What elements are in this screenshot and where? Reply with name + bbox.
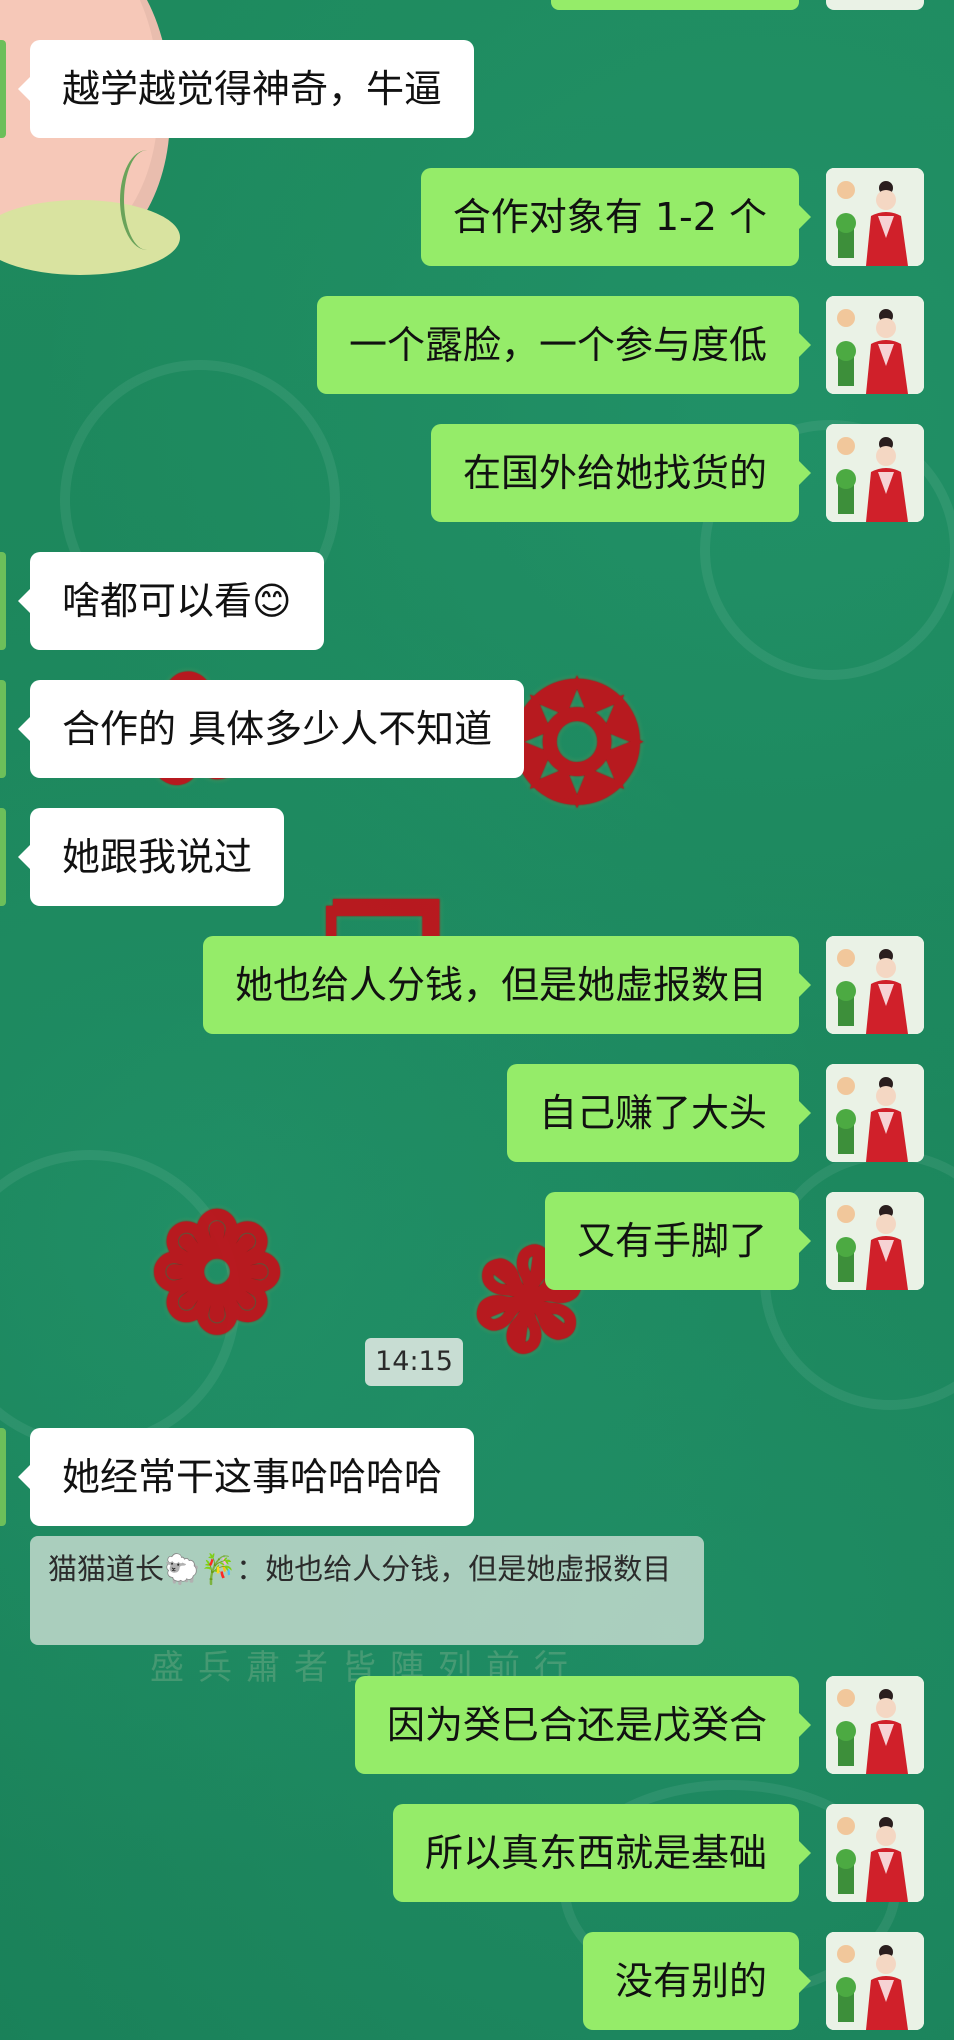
outgoing-message[interactable]: 她也给人分钱，但是她虚报数目 xyxy=(202,936,812,1034)
user-avatar-red-robe-icon[interactable] xyxy=(826,1676,924,1774)
sender-avatar-edge[interactable] xyxy=(0,808,6,906)
cropped-message-bubble[interactable] xyxy=(551,0,799,10)
message-timestamp: 14:15 xyxy=(365,1338,463,1386)
incoming-message[interactable]: 合作的 具体多少人不知道 xyxy=(17,680,525,778)
user-avatar-red-robe-icon[interactable] xyxy=(826,424,924,522)
sender-avatar-edge[interactable] xyxy=(0,40,6,138)
incoming-message[interactable]: 她经常干这事哈哈哈哈 xyxy=(17,1428,475,1526)
sender-avatar-edge[interactable] xyxy=(0,680,6,778)
leaf-decoration xyxy=(120,150,174,250)
outgoing-message[interactable]: 所以真东西就是基础 xyxy=(392,1804,812,1902)
outgoing-message[interactable]: 在国外给她找货的 xyxy=(430,424,812,522)
cropped-avatar[interactable] xyxy=(826,0,924,10)
user-avatar-red-robe-icon[interactable] xyxy=(826,296,924,394)
sender-avatar-edge[interactable] xyxy=(0,552,6,650)
user-avatar-red-robe-icon[interactable] xyxy=(826,936,924,1034)
red-seal-glyph: ❂ xyxy=(510,650,645,838)
outgoing-message[interactable]: 合作对象有 1-2 个 xyxy=(420,168,812,266)
user-avatar-red-robe-icon[interactable] xyxy=(826,168,924,266)
incoming-message[interactable]: 她跟我说过 xyxy=(17,808,285,906)
incoming-message[interactable]: 啥都可以看😊 xyxy=(18,552,324,650)
outgoing-message[interactable]: 自己赚了大头 xyxy=(506,1064,812,1162)
user-avatar-red-robe-icon[interactable] xyxy=(826,1064,924,1162)
user-avatar-red-robe-icon[interactable] xyxy=(826,1932,924,2030)
sender-avatar-edge[interactable] xyxy=(0,1428,6,1526)
outgoing-message[interactable]: 一个露脸，一个参与度低 xyxy=(316,296,812,394)
outgoing-message[interactable]: 没有别的 xyxy=(582,1932,812,2030)
incoming-message[interactable]: 越学越觉得神奇，牛逼 xyxy=(17,40,475,138)
outgoing-message[interactable]: 因为癸巳合还是戊癸合 xyxy=(354,1676,812,1774)
quoted-reply[interactable]: 猫猫道长🐑🎋：她也给人分钱，但是她虚报数目 xyxy=(30,1536,704,1645)
user-avatar-red-robe-icon[interactable] xyxy=(826,1192,924,1290)
user-avatar-red-robe-icon[interactable] xyxy=(826,1804,924,1902)
red-seal-glyph: ❁ xyxy=(150,1180,285,1368)
outgoing-message[interactable]: 又有手脚了 xyxy=(544,1192,812,1290)
